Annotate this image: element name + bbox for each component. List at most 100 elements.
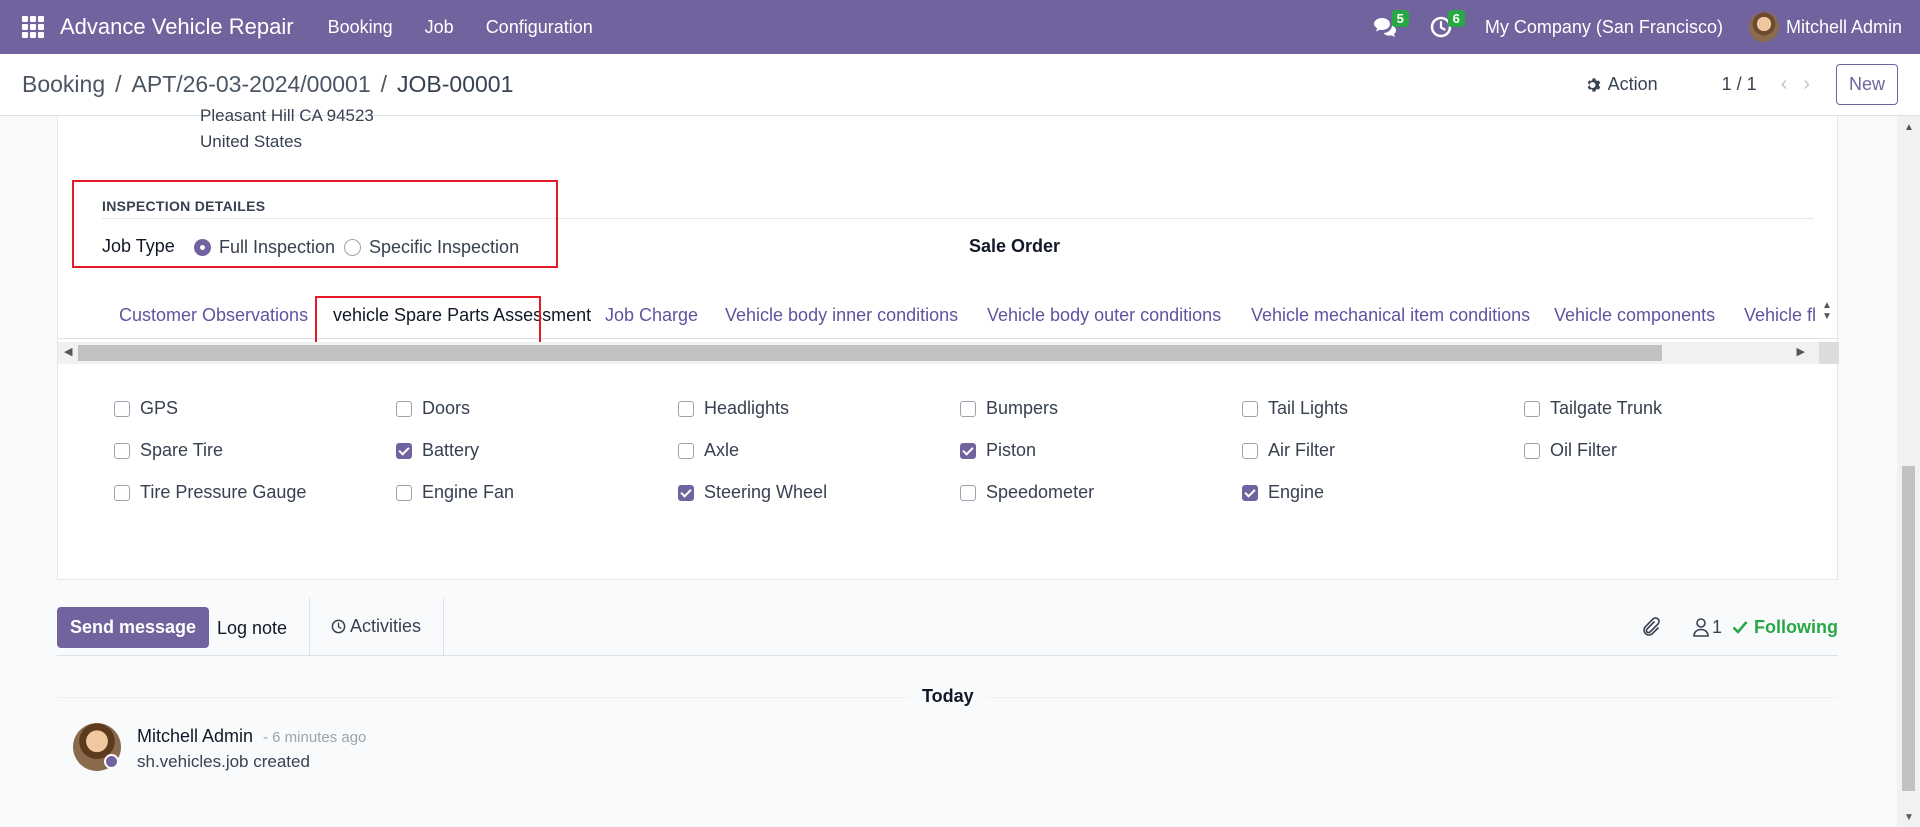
date-separator: Today: [910, 686, 986, 707]
checkbox-label: Headlights: [704, 398, 790, 418]
user-menu[interactable]: Mitchell Admin: [1748, 12, 1902, 42]
checkbox-spare-tire[interactable]: Spare Tire: [114, 440, 223, 461]
followers-count[interactable]: 1: [1712, 617, 1722, 638]
checkbox-unchecked-icon: [396, 400, 412, 417]
tab-vehicle-fl[interactable]: Vehicle fl: [1744, 305, 1816, 326]
action-label: Action: [1607, 74, 1658, 94]
checkbox-label: GPS: [140, 398, 179, 418]
gear-icon: [1587, 77, 1600, 92]
sale-order-label: Sale Order: [969, 236, 1061, 256]
pager-next-icon[interactable]: ›: [1803, 73, 1810, 96]
tab-customer-observations[interactable]: Customer Observations: [119, 305, 308, 326]
checkbox-unchecked-icon: [678, 400, 694, 417]
checkbox-gps[interactable]: GPS: [114, 398, 178, 419]
company-switcher[interactable]: My Company (San Francisco): [1485, 17, 1723, 38]
scroll-down-icon[interactable]: ▼: [1904, 812, 1914, 823]
address-line-2: United States: [200, 132, 303, 151]
tab-mechanical-item-conditions[interactable]: Vehicle mechanical item conditions: [1251, 305, 1530, 326]
checkbox-engine-fan[interactable]: Engine Fan: [396, 482, 514, 503]
scroll-right-icon[interactable]: ▶: [1797, 345, 1805, 358]
checkbox-unchecked-icon: [396, 484, 412, 501]
pager-previous-icon[interactable]: ‹: [1781, 73, 1788, 96]
checkbox-bumpers[interactable]: Bumpers: [960, 398, 1058, 419]
checkbox-headlights[interactable]: Headlights: [678, 398, 789, 419]
activities-button[interactable]: Activities: [331, 616, 421, 637]
checkbox-unchecked-icon: [114, 442, 130, 459]
checkbox-tail-lights[interactable]: Tail Lights: [1242, 398, 1348, 419]
messages-button[interactable]: 5: [1371, 10, 1409, 41]
followers-user-icon[interactable]: [1692, 617, 1710, 637]
scrollbar-thumb[interactable]: [78, 345, 1662, 361]
tabs-horizontal-scrollbar[interactable]: ◀ ▶: [58, 342, 1839, 364]
app-brand[interactable]: Advance Vehicle Repair: [60, 14, 294, 40]
checkbox-label: Oil Filter: [1550, 440, 1617, 460]
checkbox-battery[interactable]: Battery: [396, 440, 479, 461]
checkbox-doors[interactable]: Doors: [396, 398, 470, 419]
breadcrumb-separator: /: [115, 71, 122, 97]
breadcrumb-booking[interactable]: Booking: [22, 71, 105, 98]
activities-count-badge: 6: [1447, 10, 1465, 27]
pager-value[interactable]: 1 / 1: [1722, 74, 1757, 95]
checkbox-unchecked-icon: [1524, 442, 1540, 459]
toolbar-divider: [443, 598, 444, 656]
tab-body-inner-conditions[interactable]: Vehicle body inner conditions: [725, 305, 958, 326]
tabs-vertical-scroll[interactable]: ▲ ▼: [1817, 300, 1837, 340]
checkbox-label: Spare Tire: [140, 440, 224, 460]
menu-configuration[interactable]: Configuration: [486, 17, 593, 38]
action-button[interactable]: Action: [1586, 74, 1658, 95]
checkbox-unchecked-icon: [960, 400, 976, 417]
checkbox-engine[interactable]: Engine: [1242, 482, 1324, 503]
tab-vehicle-components[interactable]: Vehicle components: [1554, 305, 1715, 326]
messages-count-badge: 5: [1391, 10, 1409, 27]
checkbox-steering-wheel[interactable]: Steering Wheel: [678, 482, 827, 503]
scroll-down-icon[interactable]: ▼: [1822, 311, 1832, 322]
menu-booking[interactable]: Booking: [328, 17, 393, 38]
date-label: Today: [922, 686, 974, 706]
checkbox-tailgate-trunk[interactable]: Tailgate Trunk: [1524, 398, 1662, 419]
checkbox-piston[interactable]: Piston: [960, 440, 1036, 461]
page-scrollbar-thumb[interactable]: [1902, 466, 1915, 791]
checkbox-label: Tailgate Trunk: [1550, 398, 1663, 418]
inspection-highlight-box: [72, 180, 558, 268]
page-scrollbar[interactable]: ▲ ▼: [1897, 116, 1920, 827]
toolbar-divider: [309, 598, 310, 656]
scrollbar-corner: [1819, 342, 1839, 364]
checkbox-oil-filter[interactable]: Oil Filter: [1524, 440, 1617, 461]
check-icon: [1732, 621, 1748, 634]
checkbox-tire-pressure-gauge[interactable]: Tire Pressure Gauge: [114, 482, 306, 503]
clock-icon: [331, 619, 346, 634]
apps-grid-icon[interactable]: [22, 16, 44, 38]
new-button[interactable]: New: [1835, 64, 1898, 105]
checkbox-label: Bumpers: [986, 398, 1059, 418]
scroll-left-icon[interactable]: ◀: [64, 345, 72, 358]
scroll-up-icon[interactable]: ▲: [1904, 122, 1914, 133]
scroll-up-icon[interactable]: ▲: [1822, 300, 1832, 311]
user-name: Mitchell Admin: [1785, 16, 1902, 37]
checkbox-unchecked-icon: [1242, 442, 1258, 459]
following-button[interactable]: Following: [1732, 617, 1838, 638]
message-body: sh.vehicles.job created: [137, 752, 310, 771]
checkbox-checked-icon: [396, 442, 412, 459]
checkbox-speedometer[interactable]: Speedometer: [960, 482, 1094, 503]
send-message-button[interactable]: Send message: [57, 607, 210, 648]
paperclip-icon[interactable]: [1640, 616, 1660, 638]
message-author[interactable]: Mitchell Admin: [137, 726, 253, 747]
activities-button[interactable]: 6: [1427, 10, 1465, 41]
activities-label: Activities: [350, 616, 422, 636]
following-label: Following: [1754, 616, 1838, 637]
checkbox-unchecked-icon: [114, 400, 130, 417]
checkbox-unchecked-icon: [960, 484, 976, 501]
checkbox-checked-icon: [960, 442, 976, 459]
checkbox-label: Tire Pressure Gauge: [140, 482, 307, 502]
breadcrumb-appointment[interactable]: APT/26-03-2024/00001: [132, 71, 371, 98]
tab-body-outer-conditions[interactable]: Vehicle body outer conditions: [987, 305, 1221, 326]
checkbox-axle[interactable]: Axle: [678, 440, 739, 461]
checkbox-air-filter[interactable]: Air Filter: [1242, 440, 1335, 461]
top-navbar: Advance Vehicle Repair Booking Job Confi…: [0, 0, 1920, 54]
user-avatar: [1748, 12, 1779, 42]
breadcrumb: Booking / APT/26-03-2024/00001 / JOB-000…: [22, 71, 513, 98]
chatter-toolbar: Send message Log note Activities 1 Follo…: [57, 598, 1838, 656]
log-note-button[interactable]: Log note: [217, 618, 287, 639]
tab-job-charge[interactable]: Job Charge: [605, 305, 698, 326]
menu-job[interactable]: Job: [425, 17, 454, 38]
